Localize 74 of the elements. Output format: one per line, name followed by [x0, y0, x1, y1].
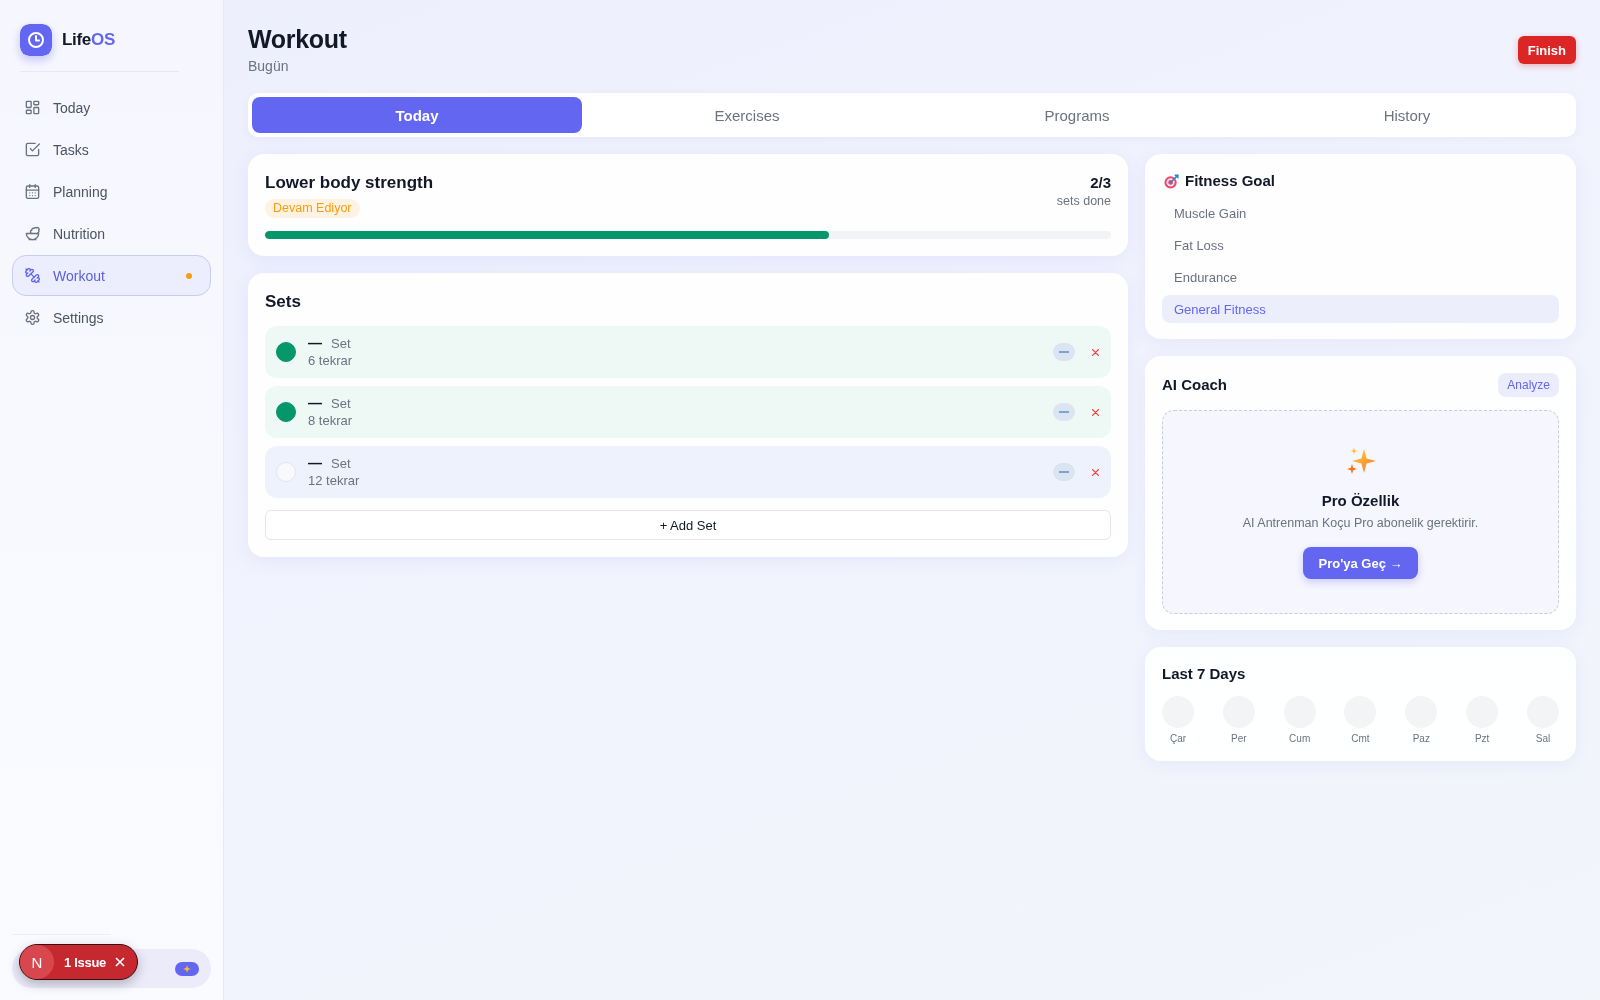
- finish-button[interactable]: Finish: [1517, 36, 1576, 64]
- nav-item[interactable]: Nutrition: [12, 213, 211, 254]
- analyze-button[interactable]: Analyze: [1498, 373, 1559, 397]
- day-label: Cum: [1289, 732, 1311, 746]
- app-name: LifeOS: [62, 30, 115, 50]
- page-title: Workout: [248, 24, 347, 54]
- pro-feature-title: Pro Özellik: [1321, 491, 1400, 511]
- dumbbell-icon: [25, 268, 40, 283]
- upgrade-button[interactable]: Pro'ya Geç →: [1303, 547, 1418, 579]
- minus-icon: [1059, 351, 1069, 353]
- set-label: Set: [331, 455, 351, 472]
- add-set-button[interactable]: + Add Set: [265, 510, 1111, 540]
- nav-item[interactable]: Settings: [12, 297, 211, 338]
- page-subtitle: Bugün: [248, 57, 290, 75]
- weight-text: —: [308, 395, 322, 412]
- goal-option[interactable]: Muscle Gain: [1162, 199, 1559, 227]
- set-done-toggle[interactable]: [276, 402, 296, 422]
- goal-option[interactable]: General Fitness: [1162, 295, 1559, 323]
- target-icon: [1164, 173, 1179, 189]
- reps-text: 8 tekrar: [308, 412, 354, 429]
- minus-icon: [1059, 411, 1069, 413]
- day-label: Per: [1231, 732, 1247, 746]
- tab[interactable]: Exercises: [582, 97, 912, 133]
- day-label: Pzt: [1474, 732, 1490, 746]
- nav-item[interactable]: Workout: [12, 255, 211, 296]
- card-title: Last 7 Days: [1162, 664, 1247, 684]
- reps-text: 6 tekrar: [308, 352, 354, 369]
- weight-text: —: [308, 335, 322, 352]
- close-icon: [1092, 408, 1099, 416]
- nav-item[interactable]: Planning: [12, 171, 211, 212]
- delete-button[interactable]: [1090, 346, 1101, 358]
- bowl-icon: [25, 226, 40, 241]
- card-title: AI Coach: [1162, 375, 1227, 395]
- tab[interactable]: Today: [252, 97, 582, 133]
- calendar-icon: [25, 184, 40, 199]
- delete-button[interactable]: [1090, 406, 1101, 418]
- sets-count-label: sets done: [1056, 193, 1111, 209]
- nav-item[interactable]: Today: [12, 87, 211, 128]
- dashboard-grid-icon: [25, 100, 40, 115]
- issue-count[interactable]: 1 Issue: [64, 954, 106, 970]
- avatar-initial: N: [20, 945, 54, 979]
- day-label: Sal: [1535, 732, 1551, 746]
- goal-option[interactable]: Fat Loss: [1162, 231, 1559, 259]
- session-title: Lower body strength: [265, 172, 434, 194]
- close-icon[interactable]: [115, 957, 125, 967]
- weight-text: —: [308, 455, 322, 472]
- decrease-button[interactable]: [1053, 343, 1075, 361]
- set-label: Set: [331, 395, 351, 412]
- set-label: Set: [331, 335, 351, 352]
- card-title: Sets: [265, 291, 302, 313]
- goal-option[interactable]: Endurance: [1162, 263, 1559, 291]
- day-label: Paz: [1412, 732, 1430, 746]
- delete-button[interactable]: [1090, 466, 1101, 478]
- card-title: Fitness Goal: [1185, 171, 1276, 191]
- app-logo-icon: [20, 24, 52, 56]
- checkbox-icon: [25, 142, 40, 157]
- nav-item[interactable]: Tasks: [12, 129, 211, 170]
- pro-feature-text: AI Antrenman Koçu Pro abonelik gerektirir.: [1242, 515, 1479, 532]
- decrease-button[interactable]: [1053, 463, 1075, 481]
- day-label: Çar: [1169, 732, 1187, 746]
- tab[interactable]: History: [1242, 97, 1572, 133]
- sets-count: 2/3: [1089, 173, 1111, 193]
- sparkle-badge-icon[interactable]: [175, 961, 199, 976]
- minus-icon: [1059, 471, 1069, 473]
- day-label: Cmt: [1351, 732, 1370, 746]
- set-done-toggle[interactable]: [276, 342, 296, 362]
- settings-icon: [25, 310, 40, 325]
- issues-toast[interactable]: N 1 Issue: [19, 944, 138, 980]
- decrease-button[interactable]: [1053, 403, 1075, 421]
- close-icon: [1092, 468, 1099, 476]
- status-tag: Devam Ediyor: [265, 199, 360, 218]
- reps-text: 12 tekrar: [308, 472, 361, 489]
- close-icon: [1092, 348, 1099, 356]
- tab[interactable]: Programs: [912, 97, 1242, 133]
